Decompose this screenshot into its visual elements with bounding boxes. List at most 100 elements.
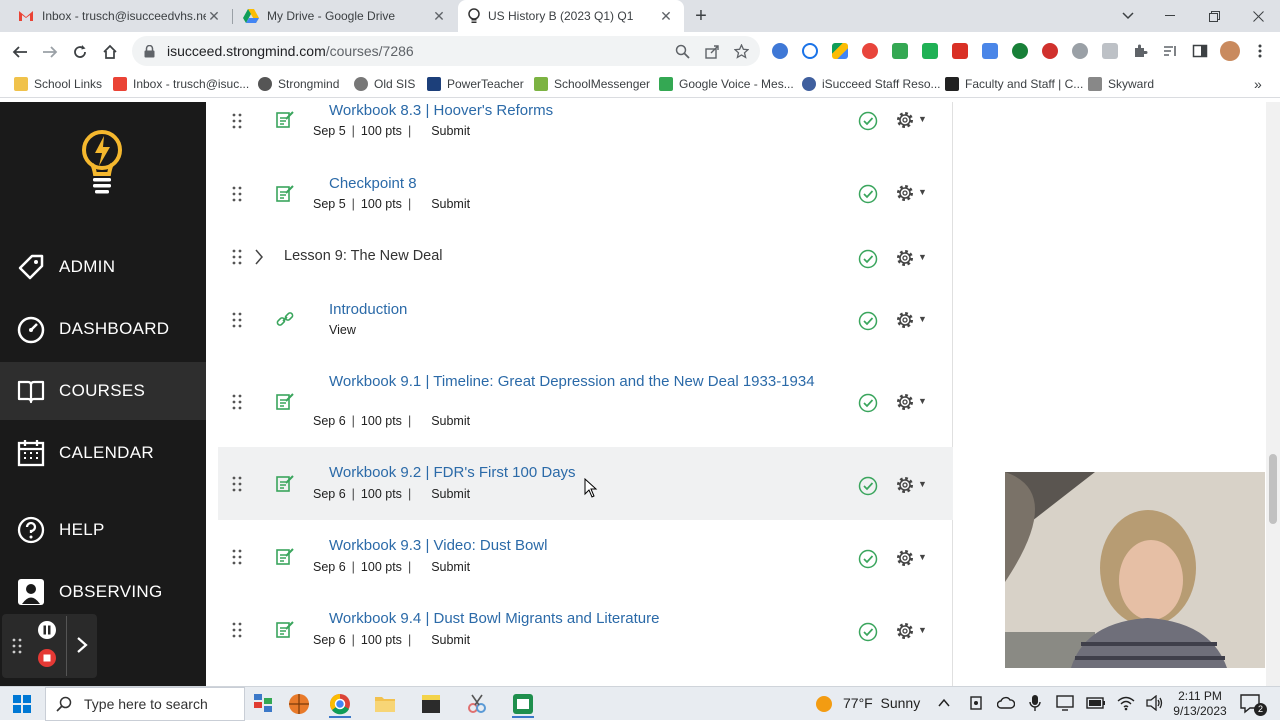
onedrive-cloud-icon[interactable]	[997, 696, 1015, 710]
tab-gmail-inbox[interactable]: Inbox - trusch@isucceedvhs.net ✕	[8, 0, 232, 32]
bookmark-gmail-inbox[interactable]: Inbox - trusch@isuc...	[113, 70, 249, 98]
gear-icon[interactable]	[895, 392, 915, 412]
taskbar-basketball-app[interactable]	[282, 690, 316, 718]
chrome-menu-icon[interactable]	[1252, 43, 1268, 59]
tab-us-history[interactable]: US History B (2023 Q1) Q1 ✕	[458, 0, 684, 32]
gear-icon[interactable]	[895, 110, 915, 130]
address-bar[interactable]: isucceed.strongmind.com/courses/7286	[132, 36, 760, 66]
home-button[interactable]	[99, 41, 121, 63]
bookmark-strongmind[interactable]: Strongmind	[258, 70, 339, 98]
wifi-icon[interactable]	[1117, 695, 1135, 711]
side-panel-icon[interactable]	[1192, 43, 1208, 59]
bookmark-skyward[interactable]: Skyward	[1088, 70, 1154, 98]
page-scrollbar[interactable]	[1266, 102, 1280, 686]
drag-handle-icon[interactable]	[232, 622, 242, 638]
drag-handle-icon[interactable]	[232, 549, 242, 565]
clock[interactable]: 2:11 PM 9/13/2023	[1168, 687, 1232, 721]
pause-icon[interactable]	[37, 620, 57, 640]
share-icon[interactable]	[705, 44, 720, 59]
new-tab-button[interactable]: +	[688, 0, 714, 32]
drag-handle-icon[interactable]	[232, 394, 242, 410]
activity-title-link[interactable]: Workbook 9.2 | FDR's First 100 Days	[329, 463, 576, 482]
chevron-down-icon[interactable]: ▼	[918, 314, 927, 324]
microphone-icon[interactable]	[1028, 694, 1042, 712]
drag-handle-icon[interactable]	[12, 638, 22, 654]
pdf-extension-icon[interactable]	[952, 43, 968, 59]
extension-icon[interactable]	[862, 43, 878, 59]
taskbar-chrome-app[interactable]	[323, 690, 357, 718]
close-tab-icon[interactable]: ✕	[431, 8, 447, 25]
taskbar-sticky-notes-app[interactable]	[414, 690, 448, 718]
bookmark-powerteacher[interactable]: PowerTeacher	[427, 70, 524, 98]
close-window-button[interactable]	[1236, 0, 1280, 32]
battery-icon[interactable]	[1086, 696, 1106, 710]
extension-icon[interactable]	[802, 43, 818, 59]
gear-icon[interactable]	[895, 548, 915, 568]
nav-admin[interactable]: ADMIN	[0, 238, 206, 296]
nav-help[interactable]: HELP	[0, 501, 206, 559]
taskbar-widgets-app[interactable]	[250, 690, 284, 718]
reading-list-icon[interactable]	[1162, 43, 1178, 59]
extension-icon[interactable]	[1102, 43, 1118, 59]
chevron-down-icon[interactable]: ▼	[918, 479, 927, 489]
taskbar-file-explorer-app[interactable]	[368, 690, 402, 718]
extension-icon[interactable]	[1072, 43, 1088, 59]
scrollbar-thumb[interactable]	[1269, 454, 1277, 524]
chevron-down-icon[interactable]: ▼	[918, 552, 927, 562]
translate-extension-icon[interactable]	[982, 43, 998, 59]
speaker-icon[interactable]	[1146, 695, 1164, 711]
google-drive-extension-icon[interactable]	[832, 43, 848, 59]
stop-record-icon[interactable]	[37, 648, 57, 668]
nav-courses[interactable]: COURSES	[0, 362, 206, 420]
bookmark-schoolmessenger[interactable]: SchoolMessenger	[534, 70, 650, 98]
taskbar-camtasia-app[interactable]	[506, 690, 540, 718]
bookmark-faculty-staff[interactable]: Faculty and Staff | C...	[945, 70, 1083, 98]
chevron-right-icon[interactable]	[76, 636, 88, 654]
activity-title-link[interactable]: Introduction	[329, 300, 407, 319]
tray-app-icon[interactable]	[968, 695, 984, 711]
view-link[interactable]: View	[329, 323, 356, 337]
close-tab-icon[interactable]: ✕	[206, 8, 222, 25]
close-tab-icon[interactable]: ✕	[658, 8, 674, 25]
submit-link[interactable]: Submit	[431, 487, 470, 501]
chevron-down-icon[interactable]: ▼	[918, 114, 927, 124]
drag-handle-icon[interactable]	[232, 249, 242, 265]
windows-start-icon[interactable]	[13, 695, 31, 713]
extension-icon[interactable]	[772, 43, 788, 59]
extensions-puzzle-icon[interactable]	[1132, 43, 1148, 59]
chevron-up-icon[interactable]	[937, 696, 951, 710]
more-bookmarks-button[interactable]: »	[1254, 70, 1262, 98]
bookmark-star-icon[interactable]	[734, 43, 749, 59]
activity-title-link[interactable]: Workbook 9.3 | Video: Dust Bowl	[329, 536, 547, 555]
bookmark-school-links[interactable]: School Links	[14, 70, 102, 98]
gear-icon[interactable]	[895, 621, 915, 641]
submit-link[interactable]: Submit	[431, 633, 470, 647]
restore-button[interactable]	[1192, 0, 1236, 32]
submit-link[interactable]: Submit	[431, 560, 470, 574]
submit-link[interactable]: Submit	[431, 414, 470, 428]
nav-observing[interactable]: OBSERVING	[0, 563, 206, 621]
taskbar-snip-app[interactable]	[460, 690, 494, 718]
drag-handle-icon[interactable]	[232, 476, 242, 492]
activity-title-link[interactable]: Workbook 9.4 | Dust Bowl Migrants and Li…	[329, 609, 659, 628]
gear-icon[interactable]	[895, 475, 915, 495]
gear-icon[interactable]	[895, 310, 915, 330]
chevron-down-icon[interactable]: ▼	[918, 187, 927, 197]
chevron-down-icon[interactable]: ▼	[918, 252, 927, 262]
gear-icon[interactable]	[895, 248, 915, 268]
profile-avatar[interactable]	[1220, 41, 1240, 61]
extension-icon[interactable]	[1012, 43, 1028, 59]
extension-icon[interactable]	[922, 43, 938, 59]
nav-calendar[interactable]: CALENDAR	[0, 424, 206, 482]
strongmind-logo[interactable]	[80, 128, 124, 199]
gear-icon[interactable]	[895, 183, 915, 203]
display-icon[interactable]	[1056, 695, 1074, 711]
forward-button[interactable]	[39, 41, 61, 63]
tab-search-chevron-icon[interactable]	[1106, 0, 1150, 32]
chevron-down-icon[interactable]: ▼	[918, 625, 927, 635]
lesson-row[interactable]: Lesson 9: The New Deal ▼	[218, 236, 953, 278]
weather-text[interactable]: 77°F Sunny	[843, 695, 920, 711]
submit-link[interactable]: Submit	[431, 124, 470, 138]
nav-dashboard[interactable]: DASHBOARD	[0, 300, 206, 358]
activity-title-link[interactable]: Workbook 9.1 | Timeline: Great Depressio…	[329, 372, 819, 391]
